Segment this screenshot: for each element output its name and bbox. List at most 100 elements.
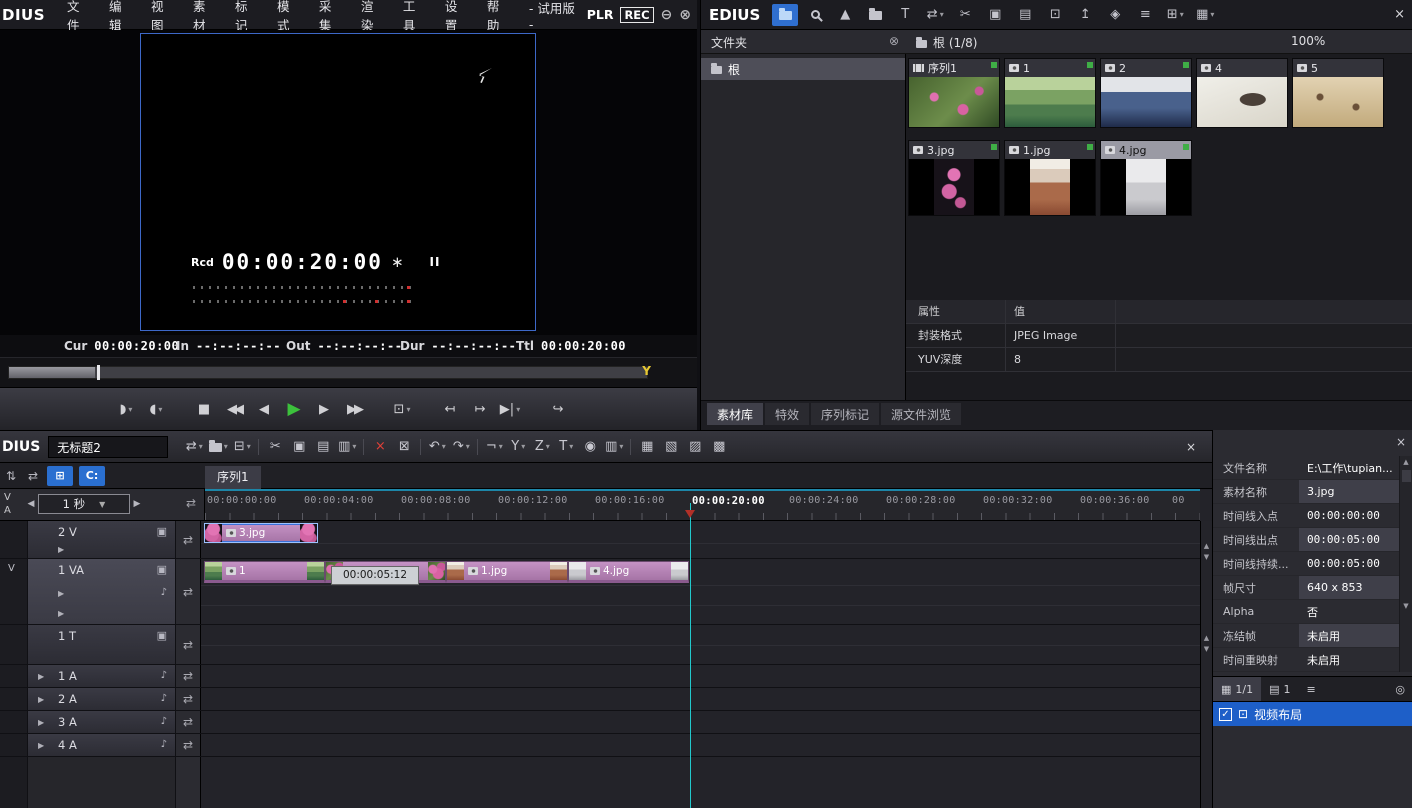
expand-icon[interactable]: ▶: [58, 545, 64, 554]
info-close-icon[interactable]: ×: [1396, 435, 1406, 449]
rewind-button[interactable]: ◀◀: [220, 395, 248, 423]
expand-icon[interactable]: ▶: [38, 672, 44, 681]
track-header-2v[interactable]: 2 V ▣ ▶: [28, 521, 175, 558]
keyboard-tool-2[interactable]: ▧: [659, 435, 683, 459]
audio-fade-button[interactable]: Z: [530, 435, 554, 459]
swap-icon[interactable]: ⇄: [175, 521, 201, 558]
scroll-up-icon[interactable]: ▲: [1400, 456, 1412, 468]
tab-sequence-markers[interactable]: 序列标记: [811, 403, 879, 425]
create-title-button[interactable]: T: [892, 4, 918, 26]
rec-button[interactable]: REC: [620, 7, 653, 23]
open-folder-button[interactable]: [862, 4, 888, 26]
ripple-delete-button[interactable]: ⊠: [392, 435, 416, 459]
clip-tab[interactable]: ▤1: [1261, 677, 1298, 701]
keyboard-tool-1[interactable]: ▦: [635, 435, 659, 459]
menu-edit[interactable]: 编辑: [99, 0, 141, 34]
expand-icon[interactable]: ▶: [58, 589, 64, 598]
swap-icon[interactable]: ⇄: [175, 625, 201, 664]
bin-clip-2[interactable]: 2: [1100, 58, 1192, 128]
track-header-4a[interactable]: ▶ 4 A ♪: [28, 734, 175, 756]
track-lane-1va[interactable]: 1 1.jpg 4.jpg: [201, 559, 1200, 624]
send-to-timeline-button[interactable]: ↪: [544, 395, 572, 423]
paste-special-button[interactable]: ▥: [335, 435, 359, 459]
copy-button[interactable]: ▣: [287, 435, 311, 459]
insert-overwrite-toggle[interactable]: ⊞: [47, 466, 73, 486]
paste-button[interactable]: ▤: [1012, 4, 1038, 26]
thumbnail-view-button[interactable]: ⊞: [1162, 4, 1188, 26]
menu-capture[interactable]: 采集: [309, 0, 351, 34]
ripple-mode-toggle[interactable]: C:: [79, 466, 105, 486]
list-view-button[interactable]: ≡: [1299, 677, 1324, 701]
sequence-tab[interactable]: 序列1: [205, 466, 261, 489]
scroll-down-icon[interactable]: ▼: [1201, 644, 1212, 655]
video-layout-row[interactable]: ✓ ⊡ 视频布局: [1213, 702, 1412, 726]
zoom-out-icon[interactable]: ◀: [24, 499, 38, 509]
timeline-ruler[interactable]: 00:00:00:00 00:00:04:00 00:00:08:00 00:0…: [205, 489, 1200, 520]
add-marker-button[interactable]: ¬: [482, 435, 506, 459]
menu-tools[interactable]: 工具: [393, 0, 435, 34]
cut-button[interactable]: ✂: [263, 435, 287, 459]
keyboard-tool-4[interactable]: ▩: [707, 435, 731, 459]
video-layout-checkbox[interactable]: ✓: [1219, 708, 1232, 721]
minimize-icon[interactable]: ⊖: [661, 7, 673, 23]
track-lane-1a[interactable]: [201, 665, 1200, 687]
menu-view[interactable]: 视图: [141, 0, 183, 34]
track-lane-3a[interactable]: [201, 711, 1200, 733]
undo-button[interactable]: ↶: [425, 435, 449, 459]
tab-effects[interactable]: 特效: [765, 403, 809, 425]
timeline-vertical-scrollbar[interactable]: ▲ ▼ ▲ ▼: [1200, 521, 1212, 808]
tab-bin[interactable]: 素材库: [707, 403, 763, 425]
scroll-down-icon[interactable]: ▼: [1400, 600, 1412, 612]
expand-icon[interactable]: ▶: [38, 695, 44, 704]
menu-help[interactable]: 帮助: [477, 0, 519, 34]
timeline-clip-1jpg[interactable]: 1.jpg: [446, 561, 568, 583]
goto-out-button[interactable]: ↦: [466, 395, 494, 423]
mixer-button[interactable]: ▥: [602, 435, 626, 459]
tree-item-root[interactable]: 根: [701, 58, 905, 80]
seek-position-handle[interactable]: [97, 365, 100, 380]
list-view-button[interactable]: ≡: [1132, 4, 1158, 26]
shuttle-zone[interactable]: [9, 367, 95, 378]
new-folder-button[interactable]: [772, 4, 798, 26]
play-around-button[interactable]: ▶|: [496, 395, 524, 423]
expand-icon[interactable]: ▶: [58, 609, 64, 618]
transition-button[interactable]: Y: [506, 435, 530, 459]
timeline-clip-1[interactable]: 1: [204, 561, 325, 583]
time-scale-select[interactable]: 1 秒▼: [38, 494, 130, 514]
goto-in-button[interactable]: ↤: [436, 395, 464, 423]
playhead-marker[interactable]: [685, 510, 695, 518]
bin-clip-1jpg[interactable]: 1.jpg: [1004, 140, 1096, 216]
set-out-button[interactable]: ◖: [142, 395, 170, 423]
save-project-button[interactable]: ⊟: [230, 435, 254, 459]
effects-button[interactable]: ◈: [1102, 4, 1128, 26]
tab-source-browser[interactable]: 源文件浏览: [881, 403, 961, 425]
bin-clip-4[interactable]: 4: [1196, 58, 1288, 128]
track-header-2a[interactable]: ▶ 2 A ♪: [28, 688, 175, 710]
set-in-button[interactable]: ◗: [112, 395, 140, 423]
bin-clip-sequence1[interactable]: 序列1: [908, 58, 1000, 128]
track-header-1a[interactable]: ▶ 1 A ♪: [28, 665, 175, 687]
seek-bar[interactable]: Y: [8, 366, 648, 379]
paste-button[interactable]: ▤: [311, 435, 335, 459]
scroll-up-icon[interactable]: ▲: [1201, 633, 1212, 644]
timeline-clip-4jpg[interactable]: 4.jpg: [568, 561, 689, 583]
loop-play-button[interactable]: ⊡: [388, 395, 416, 423]
swap-icon[interactable]: ⇄: [175, 559, 201, 624]
bin-clip-5[interactable]: 5: [1292, 58, 1384, 128]
previous-frame-button[interactable]: ◀: [250, 395, 278, 423]
redo-button[interactable]: ↷: [449, 435, 473, 459]
swap-icon[interactable]: ⇄: [186, 496, 196, 510]
track-header-1va[interactable]: 1 VA ▣ ▶ ♪ ▶: [28, 559, 175, 624]
reset-button[interactable]: ◎: [1387, 677, 1412, 701]
menu-clip[interactable]: 素材: [183, 0, 225, 34]
sequence-settings-button[interactable]: ⇄: [182, 435, 206, 459]
track-lane-1t[interactable]: [201, 625, 1200, 664]
upload-button[interactable]: ↥: [1072, 4, 1098, 26]
menu-marker[interactable]: 标记: [225, 0, 267, 34]
track-header-1t[interactable]: 1 T ▣: [28, 625, 175, 664]
voiceover-button[interactable]: ◉: [578, 435, 602, 459]
menu-file[interactable]: 文件: [57, 0, 99, 34]
timeline-clip-3jpg[interactable]: 3.jpg: [204, 523, 318, 543]
scroll-up-icon[interactable]: ▲: [1201, 541, 1212, 552]
menu-settings[interactable]: 设置: [435, 0, 477, 34]
